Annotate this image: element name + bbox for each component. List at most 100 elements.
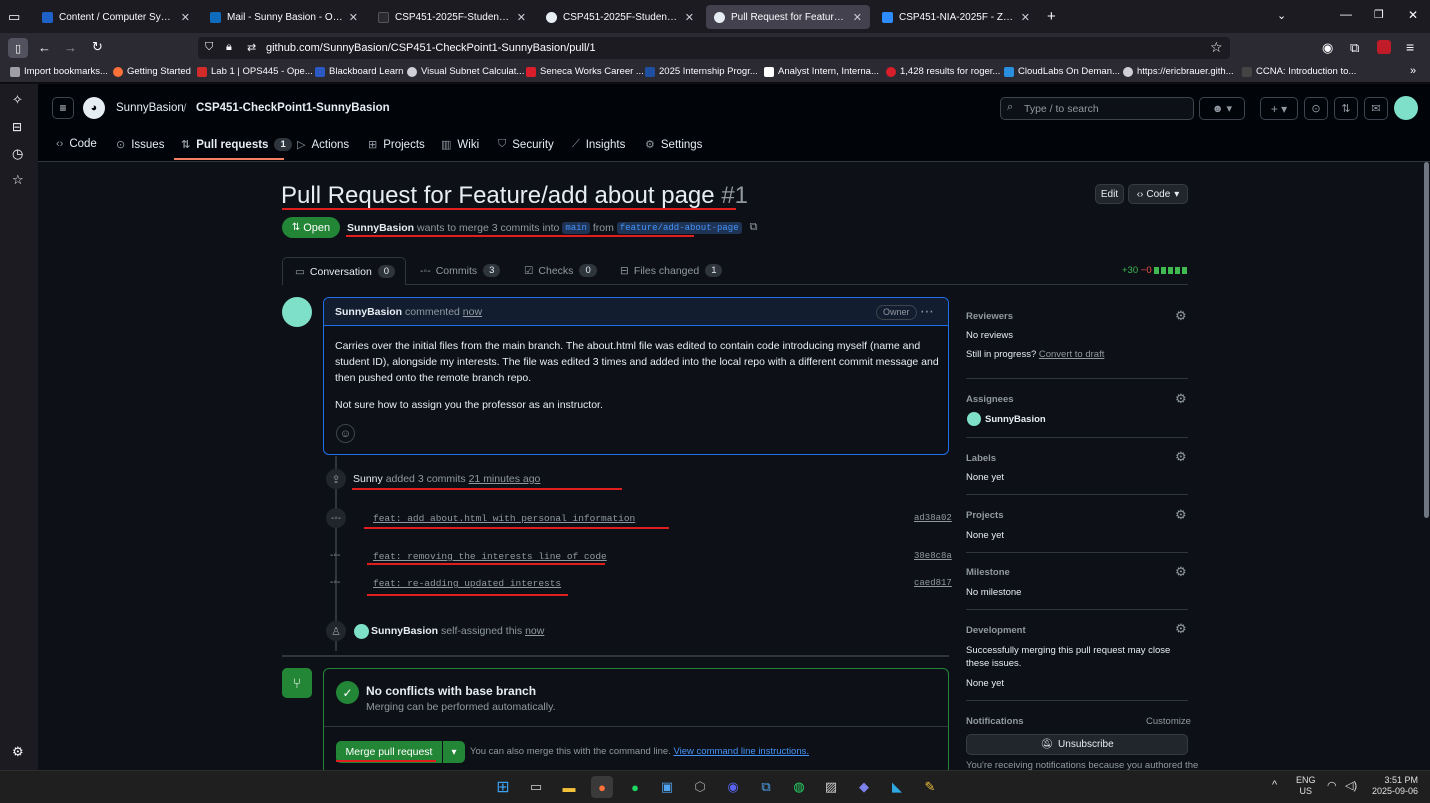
hamburger-icon[interactable]: ≡	[52, 97, 74, 119]
extension-badge-icon[interactable]	[1377, 40, 1391, 54]
browser-tab[interactable]: CSP451-NIA-2025F - Zoom ✕	[874, 5, 1038, 29]
actor-link[interactable]: Sunny	[353, 473, 383, 485]
windows-start-icon[interactable]: ⊞	[492, 776, 514, 798]
discord-icon[interactable]: ◉	[722, 776, 744, 798]
event-time[interactable]: 21 minutes ago	[469, 473, 541, 485]
close-tab-icon[interactable]: ✕	[517, 11, 526, 24]
gear-icon[interactable]: ⚙	[1175, 564, 1187, 580]
close-tab-icon[interactable]: ✕	[349, 11, 358, 24]
actor-link[interactable]: SunnyBasion	[371, 625, 438, 637]
bookmark-item[interactable]: https://ericbrauer.gith...	[1123, 66, 1234, 77]
tab-projects[interactable]: ⊞ Projects	[368, 138, 425, 152]
task-view-icon[interactable]: ▭	[525, 776, 547, 798]
event-time[interactable]: now	[525, 625, 544, 637]
avatar[interactable]	[1394, 96, 1418, 120]
bookmark-item[interactable]: Visual Subnet Calculat...	[407, 66, 524, 77]
repo-owner-link[interactable]: SunnyBasion	[116, 102, 184, 114]
clock[interactable]: 3:51 PM 2025-09-06	[1366, 775, 1418, 797]
bookmark-item[interactable]: Blackboard Learn	[315, 66, 403, 77]
tab-settings[interactable]: ⚙ Settings	[645, 138, 702, 152]
tab-code[interactable]: ‹› Code	[56, 138, 97, 150]
bookmark-item[interactable]: Import bookmarks...	[10, 66, 108, 77]
inbox-icon[interactable]: ✉	[1364, 97, 1388, 120]
tab-conversation[interactable]: ▭ Conversation 0	[282, 257, 406, 285]
gear-icon[interactable]: ⚙	[1175, 507, 1187, 523]
assignee-name[interactable]: SunnyBasion	[985, 414, 1046, 425]
tray-chevron-icon[interactable]: ^	[1272, 779, 1277, 791]
whatsapp-icon[interactable]: ◍	[788, 776, 810, 798]
github-logo-icon[interactable]: ◕	[83, 97, 105, 119]
gear-icon[interactable]: ⚙	[1175, 391, 1187, 407]
bookmarks-icon[interactable]: ☆	[12, 172, 24, 188]
close-window-icon[interactable]: ✕	[1408, 8, 1418, 22]
app-icon[interactable]: ⬡	[689, 776, 711, 798]
back-icon[interactable]: ←	[38, 40, 51, 55]
browser-tab[interactable]: Content / Computer Systems Pr✕	[34, 5, 198, 29]
bookmark-item[interactable]: CloudLabs On Deman...	[1004, 66, 1120, 77]
tab-actions[interactable]: ▷ Actions	[297, 138, 349, 152]
synced-tabs-icon[interactable]: ⊟	[12, 120, 22, 134]
create-new-icon[interactable]: + ▾	[1260, 97, 1298, 120]
avatar[interactable]	[282, 297, 312, 327]
merge-options-chevron-icon[interactable]: ▾	[443, 741, 465, 763]
command-line-link[interactable]: View command line instructions.	[673, 746, 809, 757]
browser-tab[interactable]: CSP451-2025F-Students/Weekl✕	[370, 5, 534, 29]
tab-list-icon[interactable]: ▭	[8, 9, 20, 25]
tab-pull-requests[interactable]: ⇅ Pull requests 1	[181, 138, 292, 151]
bookmark-item[interactable]: Getting Started	[113, 66, 191, 77]
url-text[interactable]: github.com/SunnyBasion/CSP451-CheckPoint…	[266, 42, 596, 54]
lock-icon[interactable]: 🔒︎	[226, 41, 232, 54]
commit-message-link[interactable]: feat: add about.html with personal infor…	[373, 513, 635, 524]
close-tab-icon[interactable]: ✕	[181, 11, 190, 24]
notes-icon[interactable]: ✎	[919, 776, 941, 798]
repo-name-link[interactable]: CSP451-CheckPoint1-SunnyBasion	[196, 102, 390, 114]
browser-tab-active[interactable]: Pull Request for Feature/add ab✕	[706, 5, 870, 29]
wifi-icon[interactable]: ◠	[1327, 779, 1337, 792]
comment-author[interactable]: SunnyBasion	[335, 306, 402, 318]
tab-commits[interactable]: -◦- Commits 3	[420, 264, 501, 277]
photos-icon[interactable]: ▨	[820, 776, 842, 798]
tab-insights[interactable]: ⟋ Insights	[572, 138, 625, 151]
author-link[interactable]: SunnyBasion	[347, 222, 414, 234]
browser-tab[interactable]: CSP451-2025F-Students/Assign✕	[538, 5, 702, 29]
language-indicator[interactable]: ENG US	[1296, 775, 1316, 797]
issues-icon[interactable]: ⊙	[1304, 97, 1328, 120]
commit-sha-link[interactable]: ad38a02	[914, 513, 952, 523]
copy-icon[interactable]: ⧉	[750, 221, 758, 234]
menu-icon[interactable]: ≡	[1406, 39, 1414, 55]
store-icon[interactable]: ▣	[656, 776, 678, 798]
close-tab-icon[interactable]: ✕	[685, 11, 694, 24]
close-tab-icon[interactable]: ✕	[853, 11, 862, 24]
more-bookmarks-icon[interactable]: »	[1410, 65, 1416, 77]
firefox-icon[interactable]: ●	[591, 776, 613, 798]
account-icon[interactable]: ◉	[1322, 40, 1333, 56]
history-icon[interactable]: ◷	[12, 146, 23, 162]
new-tab-icon[interactable]: +	[1047, 8, 1056, 25]
reaction-icon[interactable]: ☺	[336, 424, 355, 443]
gear-icon[interactable]: ⚙	[1175, 621, 1187, 637]
page-scrollbar[interactable]	[1424, 162, 1429, 518]
convert-to-draft-link[interactable]: Convert to draft	[1039, 349, 1104, 360]
tab-files-changed[interactable]: ⊟ Files changed 1	[620, 264, 723, 277]
close-tab-icon[interactable]: ✕	[1021, 11, 1030, 24]
tab-issues[interactable]: ⊙ Issues	[116, 138, 164, 152]
tab-checks[interactable]: ☑ Checks 0	[524, 264, 597, 277]
avatar[interactable]	[354, 624, 369, 639]
commit-message-link[interactable]: feat: removing the interests line of cod…	[373, 551, 607, 562]
forward-icon[interactable]: →	[64, 40, 77, 55]
customize-sidebar-icon[interactable]: ⚙	[12, 744, 24, 760]
file-explorer-icon[interactable]: ▬	[558, 776, 580, 798]
vscode-icon[interactable]: ◣	[886, 776, 908, 798]
bookmark-item[interactable]: 2025 Internship Progr...	[645, 66, 758, 77]
reload-icon[interactable]: ↻	[92, 39, 103, 55]
gear-icon[interactable]: ⚙	[1175, 308, 1187, 324]
minimize-icon[interactable]: —	[1340, 7, 1352, 21]
unsubscribe-button[interactable]: 🔕︎ Unsubscribe	[966, 734, 1188, 755]
permissions-icon[interactable]: ⇄	[247, 41, 256, 54]
shield-icon[interactable]: ⛉	[205, 41, 213, 54]
bookmark-item[interactable]: Analyst Intern, Interna...	[764, 66, 879, 77]
tab-security[interactable]: ⛉ Security	[498, 138, 554, 151]
base-branch[interactable]: main	[562, 221, 590, 234]
commit-message-link[interactable]: feat: re-adding updated interests	[373, 578, 561, 589]
code-button[interactable]: ‹› Code ▾	[1128, 184, 1188, 204]
